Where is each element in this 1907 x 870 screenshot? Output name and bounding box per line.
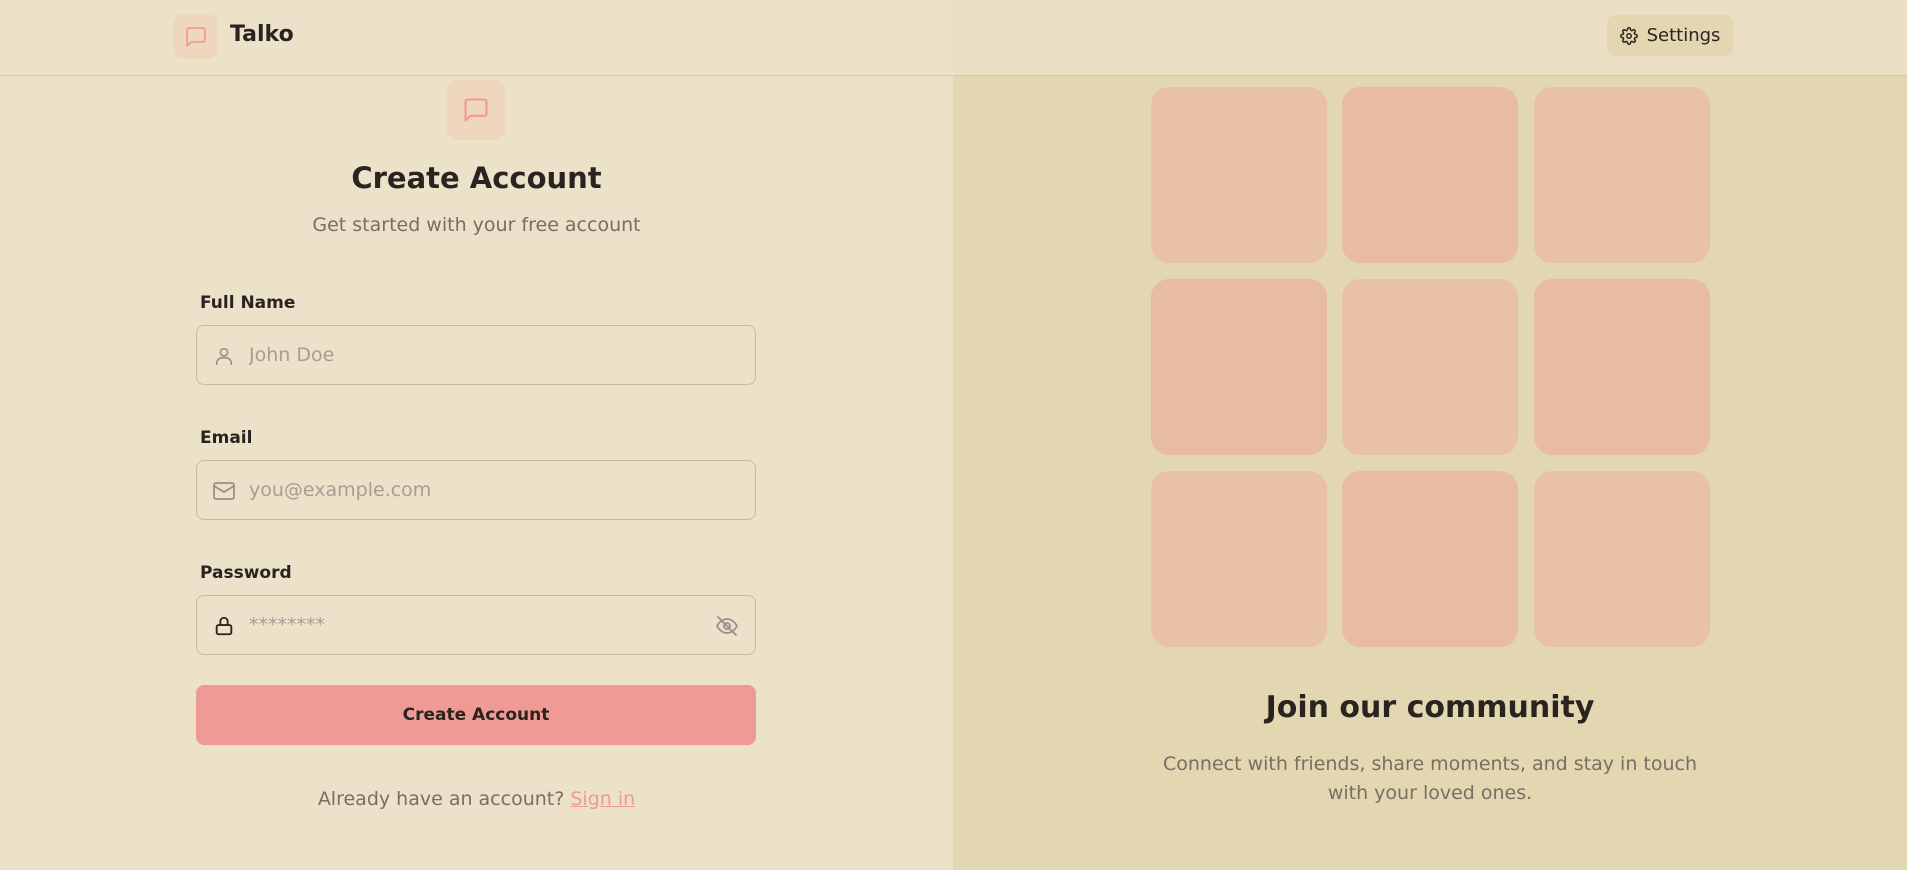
- password-label: Password: [200, 563, 292, 583]
- form-title: Create Account: [351, 161, 602, 195]
- community-tile: [1151, 471, 1327, 647]
- community-tile: [1534, 279, 1710, 455]
- community-tile: [1151, 279, 1327, 455]
- brand-logo[interactable]: [173, 14, 218, 59]
- eye-off-icon[interactable]: [713, 612, 741, 640]
- signup-page: Talko Settings Create Account Get starte…: [0, 0, 1907, 870]
- settings-label: Settings: [1646, 25, 1721, 46]
- form-logo: [446, 80, 506, 140]
- gear-icon: [1619, 26, 1638, 45]
- message-square-icon: [464, 98, 488, 122]
- full-name-field[interactable]: [196, 325, 756, 385]
- form-subtitle: Get started with your free account: [312, 214, 641, 236]
- signin-row: Already have an account? Sign in: [0, 788, 953, 810]
- password-input[interactable]: [247, 596, 687, 654]
- community-tile: [1151, 87, 1327, 263]
- full-name-input[interactable]: [247, 326, 687, 384]
- email-label: Email: [200, 428, 253, 448]
- mail-icon: [211, 478, 237, 504]
- email-field[interactable]: [196, 460, 756, 520]
- full-name-label: Full Name: [200, 293, 296, 313]
- community-title: Join our community: [1265, 690, 1595, 725]
- community-tile: [1342, 471, 1518, 647]
- lock-icon: [211, 613, 237, 639]
- community-tile: [1342, 87, 1518, 263]
- create-account-button[interactable]: Create Account: [196, 685, 756, 745]
- community-tile: [1534, 87, 1710, 263]
- top-header: Talko Settings: [0, 0, 1907, 76]
- email-input[interactable]: [247, 461, 687, 519]
- signin-prompt: Already have an account?: [317, 788, 565, 810]
- signin-link[interactable]: Sign in: [570, 788, 635, 810]
- community-tile: [1534, 471, 1710, 647]
- message-square-icon: [185, 26, 206, 47]
- settings-button[interactable]: Settings: [1607, 15, 1733, 56]
- community-text: Connect with friends, share moments, and…: [1162, 753, 1698, 804]
- brand-name[interactable]: Talko: [230, 22, 294, 47]
- password-field[interactable]: [196, 595, 756, 655]
- user-icon: [211, 343, 237, 369]
- community-tile: [1342, 279, 1518, 455]
